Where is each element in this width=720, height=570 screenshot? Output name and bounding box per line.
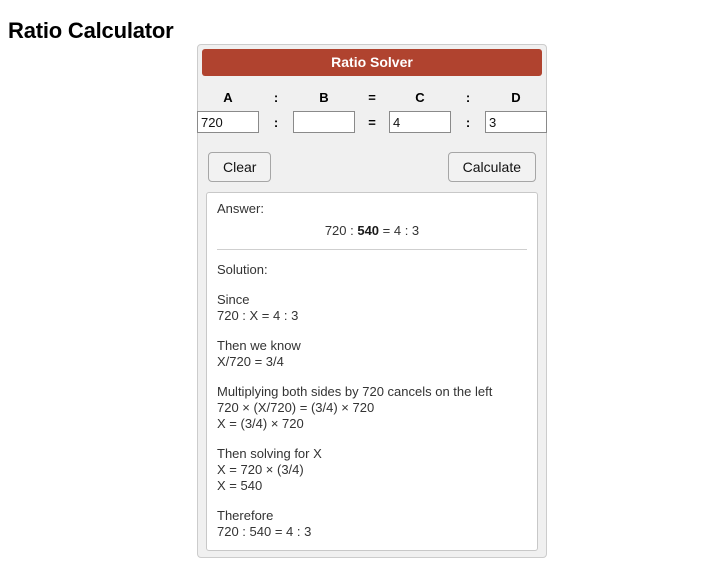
answer-divider [217,249,527,250]
answer-box: Answer: 720 : 540 = 4 : 3 Solution: Sinc… [206,192,538,551]
solution-line: Then solving for X [217,446,322,461]
label-d: D [511,90,521,105]
answer-equation-prefix: 720 : [324,223,358,238]
ratio-labels-row: A : B = C : D [198,90,546,105]
answer-label: Answer: [217,201,264,216]
solution-line: X = 540 [217,478,263,493]
separator-equals: = [368,114,376,130]
clear-button[interactable]: Clear [208,152,272,182]
solution-line: Then we know [217,338,301,353]
solution-line: X = 720 × (3/4) [217,462,304,477]
label-b: B [319,90,329,105]
label-colon-2: : [465,90,471,105]
solution-block: Since 720 : X = 4 : 3 [217,292,527,324]
label-a: A [223,90,233,105]
buttons-row: Clear Calculate [208,146,536,192]
solution-block: Multiplying both sides by 720 cancels on… [217,384,527,432]
ratio-input-d[interactable] [485,111,547,133]
solution-line: X/720 = 3/4 [217,354,284,369]
panel-header-title: Ratio Solver [202,49,542,76]
label-equals: = [368,90,376,105]
answer-equation-suffix: = 4 : 3 [379,223,420,238]
answer-equation-value: 540 [357,223,380,238]
solution-line: 720 : 540 = 4 : 3 [217,524,312,539]
solution-line: Therefore [217,508,274,523]
ratio-solver-panel: Ratio Solver A : B = C : D : = : Clear C… [197,44,547,558]
label-colon-1: : [273,90,279,105]
ratio-input-c[interactable] [389,111,451,133]
solution-blocks: Since 720 : X = 4 : 3 Then we know X/720 = … [217,292,527,540]
solution-block: Then solving for XX = 720 × (3/4) X = 540 [217,446,527,494]
solution-block: Then we know X/720 = 3/4 [217,338,527,370]
separator-colon-2: : [465,114,471,130]
calculate-button[interactable]: Calculate [447,152,536,182]
label-c: C [415,90,425,105]
solution-block: Therefore 720 : 540 = 4 : 3 [217,508,527,540]
solution-line: 720 × (X/720) = (3/4) × 720 [217,400,375,415]
separator-colon-1: : [273,114,279,130]
ratio-input-a[interactable] [197,111,259,133]
ratio-input-b[interactable] [293,111,355,133]
solution-line: X = (3/4) × 720 [217,416,304,431]
solution-label: Solution: [217,262,268,277]
answer-equation: 720 : 540 = 4 : 3 [217,223,527,239]
solution-line: Since [217,292,250,307]
page-title: Ratio Calculator [8,17,174,43]
solution-line: 720 : X = 4 : 3 [217,308,299,323]
ratio-inputs-row: : = : [197,111,547,133]
solution-line: Multiplying both sides by 720 cancels on… [217,384,493,399]
